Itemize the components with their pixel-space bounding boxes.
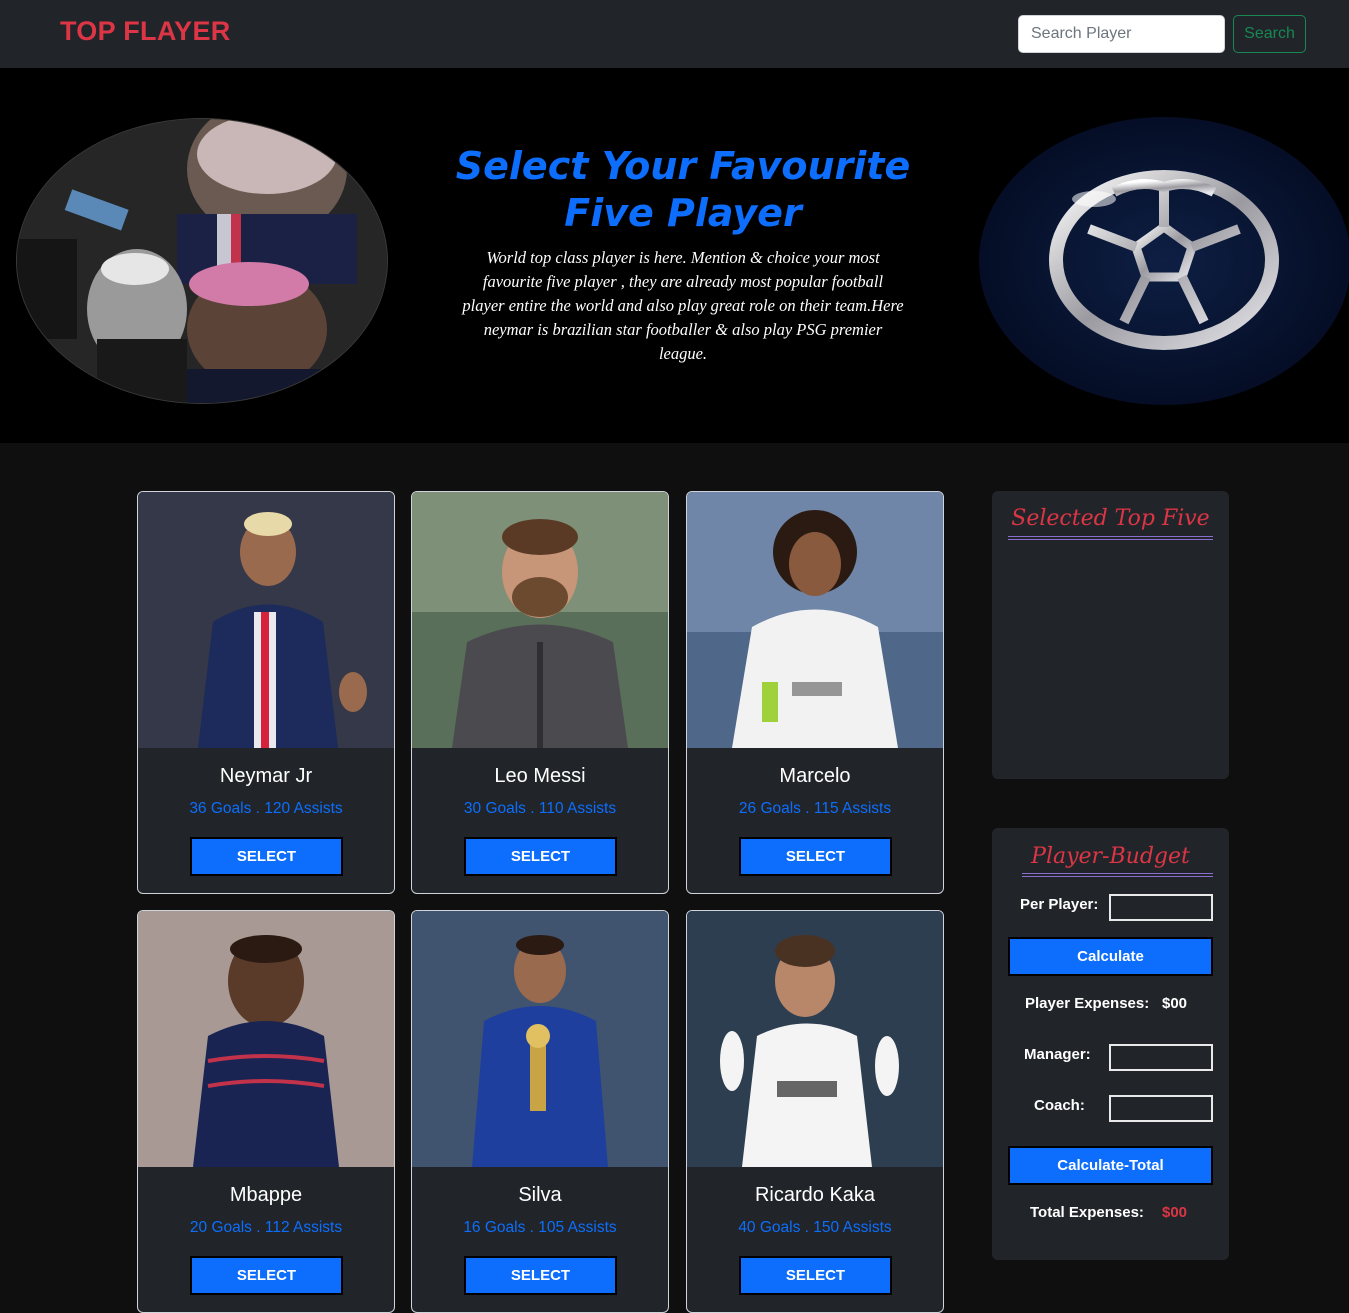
player-budget-panel: Player-Budget Per Player: Calculate Play… [992, 828, 1229, 1260]
player-name: Mbappe [229, 1184, 303, 1206]
player-card: Silva 16 Goals . 105 Assists SELECT [411, 910, 669, 1313]
player-stats: 30 Goals . 110 Assists [463, 800, 617, 817]
select-player-button[interactable]: SELECT [739, 1256, 892, 1295]
player-expenses-label: Player Expenses: [1025, 995, 1150, 1012]
selected-top-five-panel: Selected Top Five [992, 491, 1229, 779]
player-name: Marcelo [779, 765, 851, 787]
per-player-label: Per Player: [1020, 896, 1099, 913]
player-stats: 16 Goals . 105 Assists [463, 1219, 617, 1236]
manager-input[interactable] [1109, 1044, 1213, 1071]
player-photo [687, 911, 943, 1167]
select-player-button[interactable]: SELECT [190, 837, 343, 876]
coach-input[interactable] [1109, 1095, 1213, 1122]
player-photo [687, 492, 943, 748]
player-card: Marcelo 26 Goals . 115 Assists SELECT [686, 491, 944, 894]
player-photo [412, 492, 668, 748]
search-button[interactable]: Search [1233, 15, 1306, 53]
player-card: Leo Messi 30 Goals . 110 Assists SELECT [411, 491, 669, 894]
budget-panel-title: Player-Budget [1031, 844, 1190, 869]
player-stats: 36 Goals . 120 Assists [189, 800, 343, 817]
total-expenses-label: Total Expenses: [1030, 1204, 1144, 1221]
player-stats: 20 Goals . 112 Assists [189, 1219, 343, 1236]
hero-player-collage-image [16, 118, 388, 404]
player-card: Ricardo Kaka 40 Goals . 150 Assists SELE… [686, 910, 944, 1313]
select-player-button[interactable]: SELECT [464, 837, 617, 876]
player-photo [138, 492, 394, 748]
player-photo [138, 911, 394, 1167]
player-name: Silva [518, 1184, 562, 1206]
title-underline [1022, 873, 1213, 877]
player-expenses-value: $00 [1162, 995, 1188, 1012]
manager-label: Manager: [1024, 1046, 1091, 1063]
navbar: TOP FLAYER Search [0, 0, 1349, 68]
calculate-button[interactable]: Calculate [1008, 937, 1213, 976]
select-player-button[interactable]: SELECT [464, 1256, 617, 1295]
player-card: Mbappe 20 Goals . 112 Assists SELECT [137, 910, 395, 1313]
player-stats: 26 Goals . 115 Assists [738, 800, 892, 817]
brand-logo[interactable]: TOP FLAYER [60, 16, 231, 47]
select-player-button[interactable]: SELECT [190, 1256, 343, 1295]
selected-panel-title: Selected Top Five [1011, 506, 1210, 531]
player-name: Neymar Jr [219, 765, 313, 787]
hero-title: Select Your Favourite Five Player [455, 144, 911, 235]
select-player-button[interactable]: SELECT [739, 837, 892, 876]
player-photo [412, 911, 668, 1167]
title-underline [1008, 536, 1213, 540]
football-icon [979, 117, 1349, 405]
search-input[interactable] [1018, 15, 1225, 53]
hero-description: World top class player is here. Mention … [462, 248, 904, 363]
player-name: Leo Messi [494, 765, 586, 787]
total-expenses-value: $00 [1162, 1204, 1188, 1221]
coach-label: Coach: [1034, 1097, 1085, 1114]
player-card: Neymar Jr 36 Goals . 120 Assists SELECT [137, 491, 395, 894]
hero-banner: Select Your Favourite Five Player World … [0, 68, 1349, 443]
player-name: Ricardo Kaka [754, 1184, 876, 1206]
per-player-input[interactable] [1109, 894, 1213, 921]
calculate-total-button[interactable]: Calculate-Total [1008, 1146, 1213, 1185]
player-stats: 40 Goals . 150 Assists [738, 1219, 892, 1236]
